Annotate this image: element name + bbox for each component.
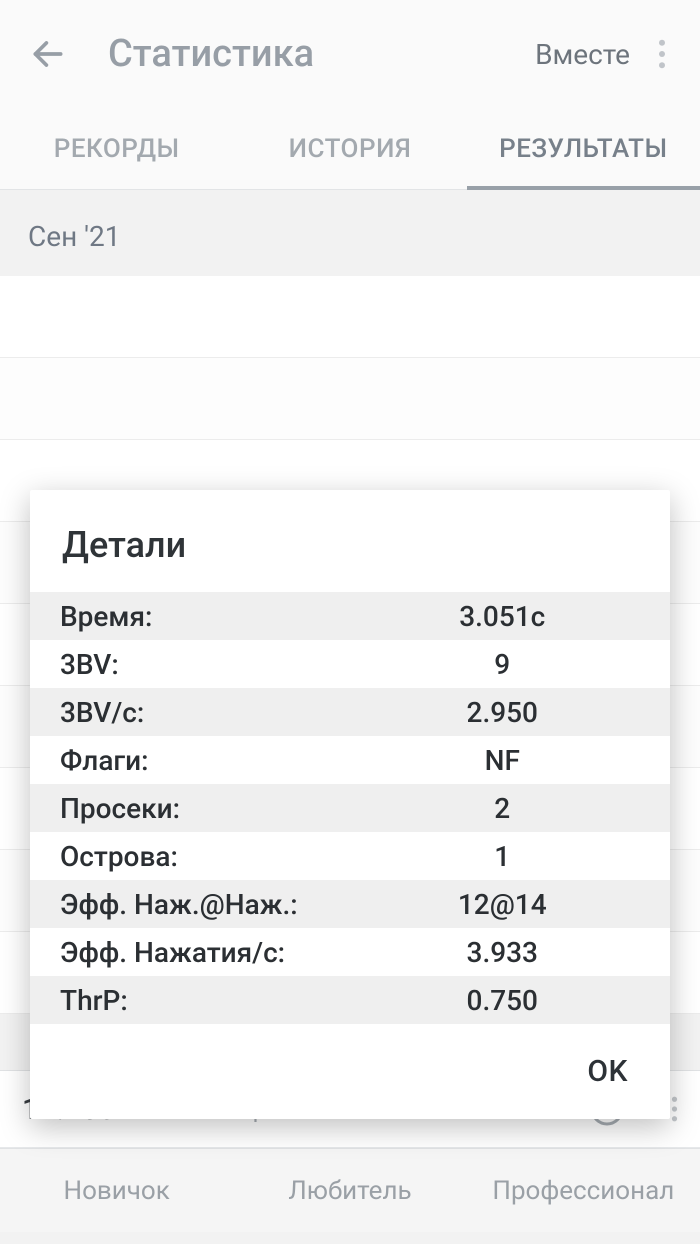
ok-button[interactable]: OK: [587, 1054, 628, 1089]
detail-label: Время:: [60, 600, 365, 633]
detail-label: Флаги:: [60, 744, 365, 777]
detail-label: Эфф. Наж.@Наж.:: [60, 888, 365, 921]
detail-row: Эфф. Наж.@Наж.:12@14: [30, 880, 670, 928]
detail-label: Эфф. Нажатия/с:: [60, 936, 365, 969]
tab-records[interactable]: РЕКОРДЫ: [0, 108, 233, 189]
detail-label: Острова:: [60, 840, 365, 873]
back-button[interactable]: [24, 30, 72, 78]
detail-row: Острова:1: [30, 832, 670, 880]
detail-row: Флаги:NF: [30, 736, 670, 784]
detail-label: ThrP:: [60, 984, 365, 1017]
more-vert-icon: [658, 39, 666, 69]
overflow-menu-button[interactable]: [642, 30, 682, 78]
detail-label: Просеки:: [60, 792, 365, 825]
detail-value: 9: [365, 648, 641, 681]
app-bar: Статистика Вместе: [0, 0, 700, 108]
detail-value: 2: [365, 792, 641, 825]
page-title: Статистика: [108, 32, 535, 76]
difficulty-tabs: Новичок Любитель Профессионал: [0, 1148, 700, 1232]
content-area: Сен '21 Детали Время:3.051с 3BV:9 3BV/с:…: [0, 190, 700, 1070]
difficulty-beginner[interactable]: Новичок: [0, 1176, 233, 1206]
detail-row: Просеки:2: [30, 784, 670, 832]
detail-value: 1: [365, 840, 641, 873]
detail-value: 12@14: [365, 888, 641, 921]
difficulty-intermediate[interactable]: Любитель: [233, 1176, 466, 1206]
detail-row: 3BV/с:2.950: [30, 688, 670, 736]
detail-row: Время:3.051с: [30, 592, 670, 640]
details-dialog: Детали Время:3.051с 3BV:9 3BV/с:2.950 Фл…: [30, 490, 670, 1119]
detail-row: Эфф. Нажатия/с:3.933: [30, 928, 670, 976]
dialog-title: Детали: [30, 490, 670, 592]
detail-row: ThrP:0.750: [30, 976, 670, 1024]
detail-label: 3BV/с:: [60, 696, 365, 729]
detail-value: 3.933: [365, 936, 641, 969]
tab-history[interactable]: ИСТОРИЯ: [233, 108, 466, 189]
mode-toggle[interactable]: Вместе: [535, 38, 630, 71]
detail-row: 3BV:9: [30, 640, 670, 688]
arrow-left-icon: [29, 35, 67, 73]
detail-value: 2.950: [365, 696, 641, 729]
more-vert-icon: [671, 1096, 678, 1122]
detail-label: 3BV:: [60, 648, 365, 681]
dialog-table: Время:3.051с 3BV:9 3BV/с:2.950 Флаги:NF …: [30, 592, 670, 1024]
difficulty-expert[interactable]: Профессионал: [467, 1176, 700, 1206]
dialog-actions: OK: [30, 1024, 670, 1119]
top-tabs: РЕКОРДЫ ИСТОРИЯ РЕЗУЛЬТАТЫ: [0, 108, 700, 190]
detail-value: NF: [365, 744, 641, 777]
detail-value: 3.051с: [365, 600, 641, 633]
detail-value: 0.750: [365, 984, 641, 1017]
tab-results[interactable]: РЕЗУЛЬТАТЫ: [467, 108, 700, 189]
